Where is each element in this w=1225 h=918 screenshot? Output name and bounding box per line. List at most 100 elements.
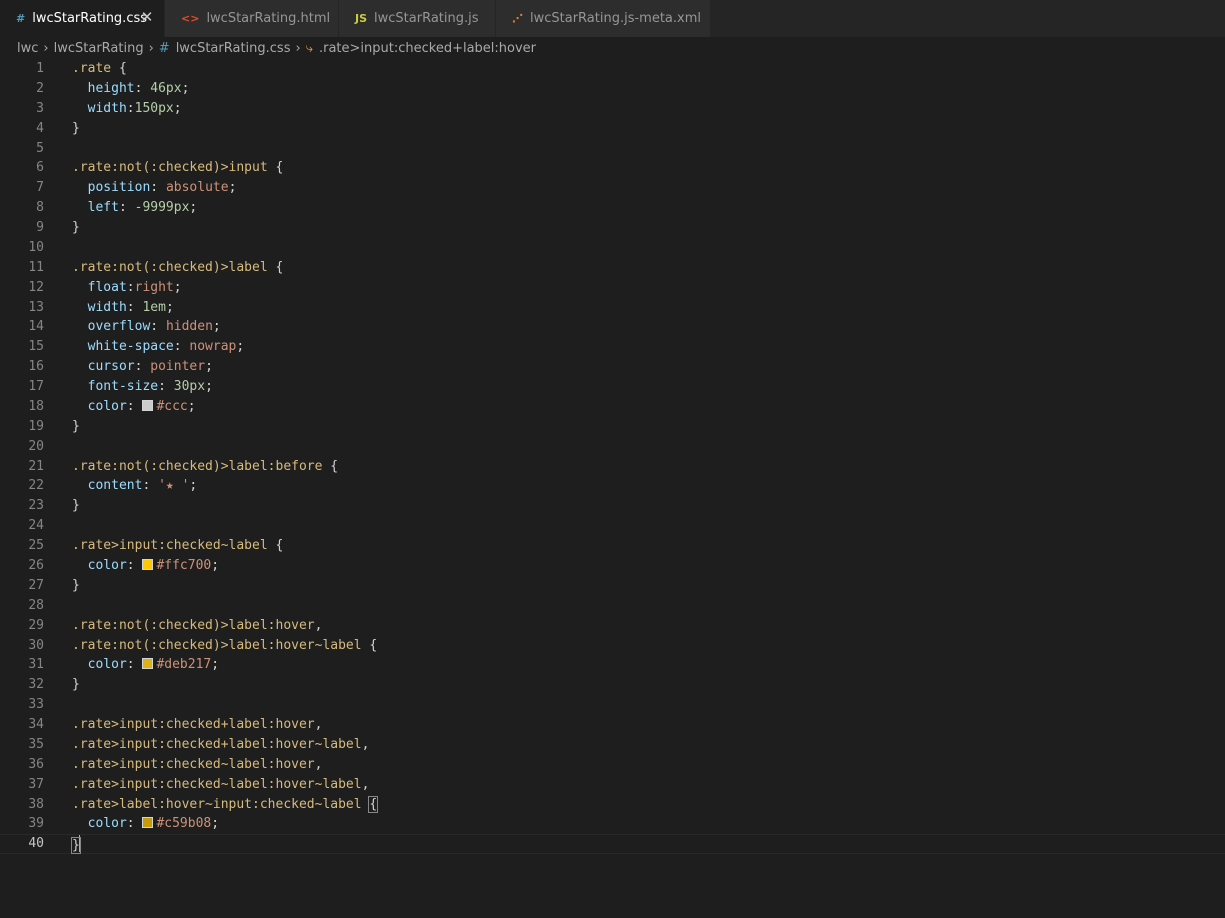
code-line[interactable]: 21 .rate:not(:checked)>label:before { [0, 457, 1225, 477]
punctuation: ; [228, 180, 237, 196]
punctuation: ; [187, 398, 196, 414]
punctuation: : [126, 279, 135, 295]
code-line[interactable]: 25 .rate>input:checked~label { [0, 536, 1225, 556]
code-text: .rate:not(:checked)>label:hover, [72, 616, 322, 636]
punctuation: } [72, 120, 80, 136]
code-line[interactable]: 32} [0, 675, 1225, 695]
code-text: } [72, 218, 80, 238]
code-line[interactable]: 17 font-size: 30px; [0, 377, 1225, 397]
punctuation: ; [189, 200, 198, 216]
breadcrumb-item[interactable]: # lwcStarRating.css [159, 41, 291, 56]
line-number: 22 [28, 478, 44, 494]
code-line[interactable]: 30 .rate:not(:checked)>label:hover~label … [0, 636, 1225, 656]
code-editor[interactable]: 1 .rate {2 height: 46px; 3 width:150px; 4} 5… [0, 59, 1225, 918]
tab-lwcstarrating-html[interactable]: <> lwcStarRating.html [165, 0, 339, 37]
code-line[interactable]: 6 .rate:not(:checked)>input { [0, 158, 1225, 178]
code-line[interactable]: 37 .rate>input:checked~label:hover~label, [0, 775, 1225, 795]
line-number: 8 [36, 200, 44, 216]
punctuation: : [126, 299, 143, 315]
breadcrumb-item[interactable]: ⤷ .rate>input:checked+label:hover [306, 41, 536, 56]
code-line[interactable]: 35 .rate>input:checked+label:hover~label, [0, 735, 1225, 755]
line-number: 30 [28, 637, 44, 653]
code-line[interactable]: 20 [0, 437, 1225, 457]
code-line[interactable]: 7 position: absolute; [0, 178, 1225, 198]
code-line[interactable]: 1 .rate { [0, 59, 1225, 79]
code-line[interactable]: 16 cursor: pointer; [0, 357, 1225, 377]
css-value: #c59b08 [156, 816, 212, 832]
css-selector: .rate>input:checked+label:hover [72, 717, 315, 733]
line-number: 15 [28, 339, 44, 355]
punctuation: { [111, 61, 127, 76]
line-number: 28 [28, 597, 44, 613]
code-line[interactable]: 29 .rate:not(:checked)>label:hover, [0, 616, 1225, 636]
css-selector: .rate>label:hover~input:checked~label [72, 796, 362, 812]
line-number: 37 [28, 776, 44, 792]
tab-lwcstarrating-js-meta-xml[interactable]: ⋰ lwcStarRating.js-meta.xml [496, 0, 711, 37]
breadcrumb-item[interactable]: lwc [17, 41, 38, 56]
code-text: overflow: hidden; [72, 317, 221, 337]
code-line[interactable]: 12 float:right; [0, 278, 1225, 298]
code-line[interactable]: 26 color: #ffc700; [0, 556, 1225, 576]
code-line[interactable]: 39 color: #c59b08; [0, 814, 1225, 834]
css-property: height [72, 80, 135, 96]
breadcrumb-label: .rate>input:checked+label:hover [318, 40, 537, 56]
code-line[interactable]: 10 [0, 238, 1225, 258]
close-icon[interactable]: ✕ [139, 9, 155, 25]
line-number: 3 [36, 100, 44, 116]
breadcrumb-item[interactable]: lwcStarRating [54, 41, 144, 56]
code-line[interactable]: 8 left: -9999px; [0, 198, 1225, 218]
code-line[interactable]: 19} [0, 417, 1225, 437]
line-number: 17 [28, 379, 44, 395]
punctuation: , [314, 717, 323, 733]
code-line[interactable]: 31 color: #deb217; [0, 655, 1225, 675]
color-swatch[interactable] [142, 559, 154, 570]
code-line[interactable]: 14 overflow: hidden; [0, 317, 1225, 337]
code-line[interactable]: 38 .rate>label:hover~input:checked~label … [0, 795, 1225, 815]
color-swatch[interactable] [142, 658, 154, 670]
code-text: color: #deb217; [72, 655, 219, 675]
line-number: 35 [28, 736, 44, 752]
line-number: 9 [36, 220, 44, 236]
code-line[interactable]: 22 content: '★ '; [0, 476, 1225, 496]
code-line[interactable]: 28 [0, 596, 1225, 616]
punctuation: : [150, 319, 166, 335]
code-text: .rate:not(:checked)>label:hover~label { [72, 636, 377, 656]
line-number: 20 [28, 438, 44, 454]
code-line[interactable]: 33 [0, 695, 1225, 715]
code-text: width: 1em; [72, 298, 174, 318]
editor-tab-bar: # lwcStarRating.css ✕ <> lwcStarRating.html J… [0, 0, 1225, 37]
css-value: #deb217 [156, 657, 212, 673]
color-swatch[interactable] [142, 817, 154, 829]
line-number: 13 [28, 299, 44, 315]
line-number: 10 [28, 239, 44, 255]
code-line[interactable]: 3 width:150px; [0, 99, 1225, 119]
line-number: 38 [28, 796, 44, 812]
code-line[interactable]: 2 height: 46px; [0, 79, 1225, 99]
code-line[interactable]: 9} [0, 218, 1225, 238]
punctuation: : [134, 80, 151, 96]
code-text: height: 46px; [72, 79, 190, 99]
code-line[interactable]: 24 [0, 516, 1225, 536]
punctuation: ; [212, 319, 221, 335]
line-number: 21 [28, 458, 44, 474]
css-property: cursor [72, 359, 135, 375]
code-line[interactable]: 4} [0, 119, 1225, 139]
code-line[interactable]: 36 .rate>input:checked~label:hover, [0, 755, 1225, 775]
code-text: } [71, 835, 81, 855]
code-text: float:right; [72, 278, 182, 298]
code-line[interactable]: 15 white-space: nowrap; [0, 337, 1225, 357]
css-selector: .rate:not(:checked)>input [72, 160, 268, 176]
css-property: left [72, 200, 119, 216]
code-line[interactable]: 27} [0, 576, 1225, 596]
code-line[interactable]: 40} [0, 834, 1225, 855]
color-swatch[interactable] [142, 399, 154, 411]
code-line[interactable]: 34 .rate>input:checked+label:hover, [0, 715, 1225, 735]
code-line[interactable]: 11 .rate:not(:checked)>label { [0, 258, 1225, 278]
tab-lwcstarrating-js[interactable]: JS lwcStarRating.js [339, 0, 496, 37]
code-line[interactable]: 5 [0, 139, 1225, 159]
breadcrumb-label: lwcStarRating [53, 40, 144, 56]
code-line[interactable]: 13 width: 1em; [0, 298, 1225, 318]
code-line[interactable]: 18 color: #ccc; [0, 397, 1225, 417]
tab-lwcstarrating-css[interactable]: # lwcStarRating.css ✕ [0, 0, 165, 37]
code-line[interactable]: 23} [0, 496, 1225, 516]
